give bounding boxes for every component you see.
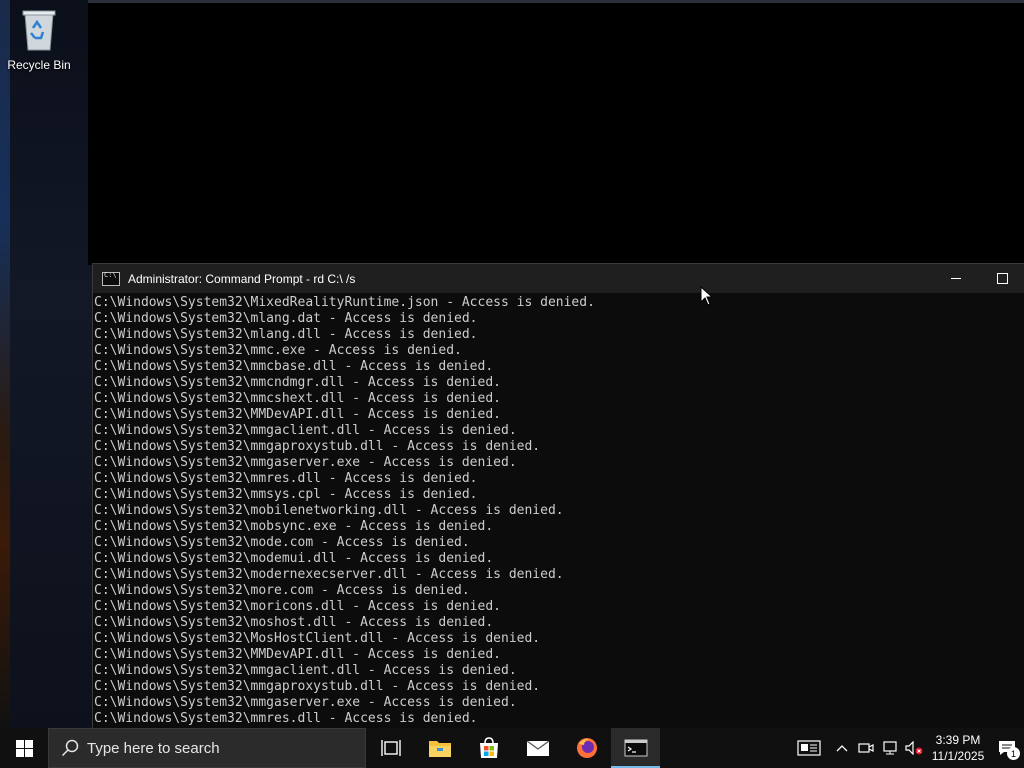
volume-button[interactable] (902, 728, 926, 768)
console-line: C:\Windows\System32\mobsync.exe - Access… (94, 519, 494, 534)
maximize-button[interactable] (979, 264, 1024, 293)
search-icon (61, 739, 79, 757)
search-placeholder: Type here to search (87, 739, 220, 757)
notification-badge: 1 (1007, 747, 1020, 760)
console-line: C:\Windows\System32\modernexecserver.dll… (94, 567, 564, 582)
network-button[interactable] (878, 728, 902, 768)
camera-icon (858, 743, 874, 753)
command-prompt-taskbar-button[interactable] (611, 728, 660, 768)
console-line: C:\Windows\System32\mobilenetworking.dll… (94, 503, 564, 518)
console-line: C:\Windows\System32\moricons.dll - Acces… (94, 599, 501, 614)
taskbar-search-box[interactable]: Type here to search (48, 728, 366, 768)
mail-button[interactable] (513, 728, 562, 768)
store-button[interactable] (464, 728, 513, 768)
console-output[interactable]: C:\Windows\System32\MixedRealityRuntime.… (93, 295, 1024, 729)
command-prompt-icon (102, 271, 120, 286)
console-line: C:\Windows\System32\mmc.exe - Access is … (94, 343, 462, 358)
console-line: C:\Windows\System32\MosHostClient.dll - … (94, 631, 541, 646)
firefox-icon (576, 738, 597, 758)
mail-icon (526, 740, 549, 756)
maximize-icon (996, 273, 1008, 284)
console-line: C:\Windows\System32\mmgaclient.dll - Acc… (94, 423, 517, 438)
console-line: C:\Windows\System32\mode.com - Access is… (94, 535, 470, 550)
background-window (88, 0, 1024, 265)
console-line: C:\Windows\System32\mmcndmgr.dll - Acces… (94, 375, 501, 390)
recycle-bin-icon (22, 10, 56, 51)
news-widget-button[interactable] (788, 728, 830, 768)
window-title: Administrator: Command Prompt - rd C:\ /… (128, 271, 356, 286)
console-line: C:\Windows\System32\more.com - Access is… (94, 583, 470, 598)
console-line: C:\Windows\System32\mmgaserver.exe - Acc… (94, 695, 517, 710)
console-line: C:\Windows\System32\mmgaserver.exe - Acc… (94, 455, 517, 470)
taskbar: Type here to search 3:39 PM 11/1/2025 1 (0, 728, 1024, 768)
console-line: C:\Windows\System32\mmgaclient.dll - Acc… (94, 663, 517, 678)
show-hidden-icons-button[interactable] (830, 728, 854, 768)
console-line: C:\Windows\System32\mmcshext.dll - Acces… (94, 391, 501, 406)
task-view-button[interactable] (366, 728, 415, 768)
console-line: C:\Windows\System32\MMDevAPI.dll - Acces… (94, 407, 501, 422)
taskbar-clock[interactable]: 3:39 PM 11/1/2025 (926, 732, 990, 764)
console-line: C:\Windows\System32\mlang.dll - Access i… (94, 327, 478, 342)
meet-now-button[interactable] (854, 728, 878, 768)
system-tray: 3:39 PM 11/1/2025 1 (788, 728, 1024, 768)
chevron-up-icon (836, 745, 848, 752)
command-prompt-window[interactable]: Administrator: Command Prompt - rd C:\ /… (92, 263, 1024, 729)
console-line: C:\Windows\System32\mmsys.cpl - Access i… (94, 487, 478, 502)
console-line: C:\Windows\System32\moshost.dll - Access… (94, 615, 494, 630)
console-line: C:\Windows\System32\mmres.dll - Access i… (94, 711, 478, 726)
mouse-pointer-icon (700, 286, 714, 306)
news-icon (797, 740, 821, 756)
minimize-icon (951, 278, 961, 279)
volume-muted-icon (905, 741, 923, 755)
network-icon (883, 741, 897, 755)
console-line: C:\Windows\System32\mmgaproxystub.dll - … (94, 439, 541, 454)
console-line: C:\Windows\System32\mmres.dll - Access i… (94, 471, 478, 486)
store-icon (479, 737, 498, 758)
clock-time: 3:39 PM (935, 733, 981, 747)
console-line: C:\Windows\System32\mlang.dat - Access i… (94, 311, 478, 326)
clock-date: 11/1/2025 (931, 749, 985, 763)
console-line: C:\Windows\System32\MMDevAPI.dll - Acces… (94, 647, 501, 662)
recycle-bin-label: Recycle Bin (7, 58, 71, 72)
command-prompt-icon (624, 739, 647, 757)
console-line: C:\Windows\System32\MixedRealityRuntime.… (94, 295, 595, 310)
action-center-button[interactable]: 1 (990, 728, 1024, 768)
file-explorer-button[interactable] (415, 728, 464, 768)
minimize-button[interactable] (933, 264, 979, 293)
task-view-icon (380, 740, 401, 756)
firefox-button[interactable] (562, 728, 611, 768)
folder-icon (428, 741, 451, 757)
console-line: C:\Windows\System32\modemui.dll - Access… (94, 551, 494, 566)
window-titlebar[interactable]: Administrator: Command Prompt - rd C:\ /… (93, 264, 1024, 293)
console-line: C:\Windows\System32\mmgaproxystub.dll - … (94, 679, 541, 694)
recycle-bin-shortcut[interactable]: Recycle Bin (4, 6, 74, 72)
wallpaper-strip (0, 0, 10, 728)
windows-logo-icon (15, 739, 33, 757)
console-line: C:\Windows\System32\mmcbase.dll - Access… (94, 359, 494, 374)
start-button[interactable] (0, 728, 48, 768)
